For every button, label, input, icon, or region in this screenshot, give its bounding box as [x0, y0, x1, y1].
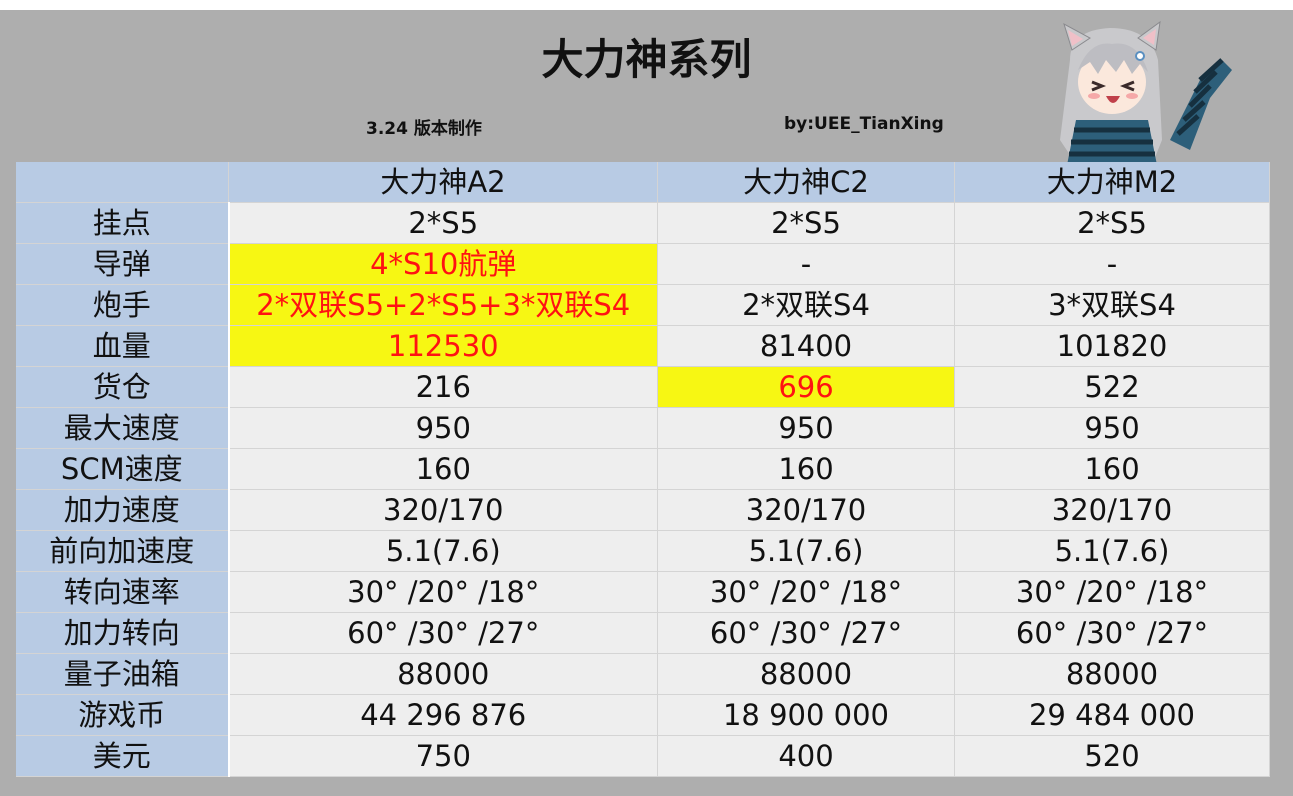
table-cell: 400 [657, 735, 955, 777]
table-cell: 2*双联S4 [657, 284, 955, 326]
header-corner-cell [16, 162, 229, 203]
table-cell: 60° /30° /27° [954, 612, 1270, 654]
table-row: 游戏币 44 296 876 18 900 000 29 484 000 [16, 694, 1270, 736]
table-row: 加力速度 320/170 320/170 320/170 [16, 489, 1270, 531]
row-label: 转向速率 [16, 571, 230, 613]
row-label: 游戏币 [16, 694, 230, 736]
table-cell: 520 [954, 735, 1270, 777]
table-cell: 101820 [954, 325, 1270, 367]
table-cell: - [954, 243, 1270, 285]
highlighted-cell: 4*S10航弹 [228, 243, 658, 285]
table-cell: 320/170 [954, 489, 1270, 531]
table-cell: 2*S5 [954, 202, 1270, 244]
table-row: 挂点 2*S5 2*S5 2*S5 [16, 202, 1270, 244]
table-row: 导弹 4*S10航弹 - - [16, 243, 1270, 285]
table-cell: 522 [954, 366, 1270, 408]
table-cell: 5.1(7.6) [228, 530, 658, 572]
table-cell: 5.1(7.6) [954, 530, 1270, 572]
table-cell: - [657, 243, 955, 285]
table-cell: 2*S5 [657, 202, 955, 244]
table-row: 最大速度 950 950 950 [16, 407, 1270, 449]
table-cell: 3*双联S4 [954, 284, 1270, 326]
row-label: 量子油箱 [16, 653, 230, 695]
row-label: 美元 [16, 735, 230, 777]
row-label: 最大速度 [16, 407, 230, 449]
table-cell: 160 [657, 448, 955, 490]
table-cell: 750 [228, 735, 658, 777]
table-row: 量子油箱 88000 88000 88000 [16, 653, 1270, 695]
table-cell: 2*S5 [228, 202, 658, 244]
table-cell: 30° /20° /18° [228, 571, 658, 613]
table-row: 美元 750 400 520 [16, 735, 1270, 777]
row-label: 挂点 [16, 202, 230, 244]
table-cell: 88000 [228, 653, 658, 695]
table-row: 血量 112530 81400 101820 [16, 325, 1270, 367]
table-cell: 320/170 [657, 489, 955, 531]
table-cell: 88000 [657, 653, 955, 695]
version-note: 3.24 版本制作 [366, 119, 482, 139]
table-cell: 30° /20° /18° [954, 571, 1270, 613]
column-header: 大力神C2 [657, 162, 955, 203]
table-cell: 30° /20° /18° [657, 571, 955, 613]
table-cell: 950 [954, 407, 1270, 449]
table-header-row: 大力神A2 大力神C2 大力神M2 [16, 162, 1270, 203]
table-cell: 60° /30° /27° [228, 612, 658, 654]
row-label: 导弹 [16, 243, 230, 285]
row-label: SCM速度 [16, 448, 230, 490]
row-label: 血量 [16, 325, 230, 367]
highlighted-cell: 2*双联S5+2*S5+3*双联S4 [228, 284, 658, 326]
spec-comparison-table: 大力神A2 大力神C2 大力神M2 挂点 2*S5 2*S5 2*S5 导弹 4… [16, 162, 1270, 777]
table-cell: 320/170 [228, 489, 658, 531]
table-row: 转向速率 30° /20° /18° 30° /20° /18° 30° /20… [16, 571, 1270, 613]
striped-sleeve [1170, 58, 1232, 150]
author-credit: by:UEE_TianXing [784, 114, 944, 134]
table-cell: 60° /30° /27° [657, 612, 955, 654]
table-cell: 160 [228, 448, 658, 490]
table-cell: 81400 [657, 325, 955, 367]
mascot-illustration [1060, 20, 1232, 170]
table-cell: 950 [228, 407, 658, 449]
table-cell: 216 [228, 366, 658, 408]
table-row: 加力转向 60° /30° /27° 60° /30° /27° 60° /30… [16, 612, 1270, 654]
row-label: 加力速度 [16, 489, 230, 531]
column-header: 大力神A2 [228, 162, 658, 203]
table-cell: 160 [954, 448, 1270, 490]
table-row: 炮手 2*双联S5+2*S5+3*双联S4 2*双联S4 3*双联S4 [16, 284, 1270, 326]
table-cell: 950 [657, 407, 955, 449]
table-cell: 29 484 000 [954, 694, 1270, 736]
row-label: 货仓 [16, 366, 230, 408]
table-cell: 18 900 000 [657, 694, 955, 736]
table-cell: 44 296 876 [228, 694, 658, 736]
column-header: 大力神M2 [954, 162, 1270, 203]
row-label: 加力转向 [16, 612, 230, 654]
highlighted-cell: 696 [657, 366, 955, 408]
table-row: 前向加速度 5.1(7.6) 5.1(7.6) 5.1(7.6) [16, 530, 1270, 572]
table-row: 货仓 216 696 522 [16, 366, 1270, 408]
table-cell: 5.1(7.6) [657, 530, 955, 572]
row-label: 炮手 [16, 284, 230, 326]
table-row: SCM速度 160 160 160 [16, 448, 1270, 490]
table-cell: 88000 [954, 653, 1270, 695]
row-label: 前向加速度 [16, 530, 230, 572]
highlighted-cell: 112530 [228, 325, 658, 367]
